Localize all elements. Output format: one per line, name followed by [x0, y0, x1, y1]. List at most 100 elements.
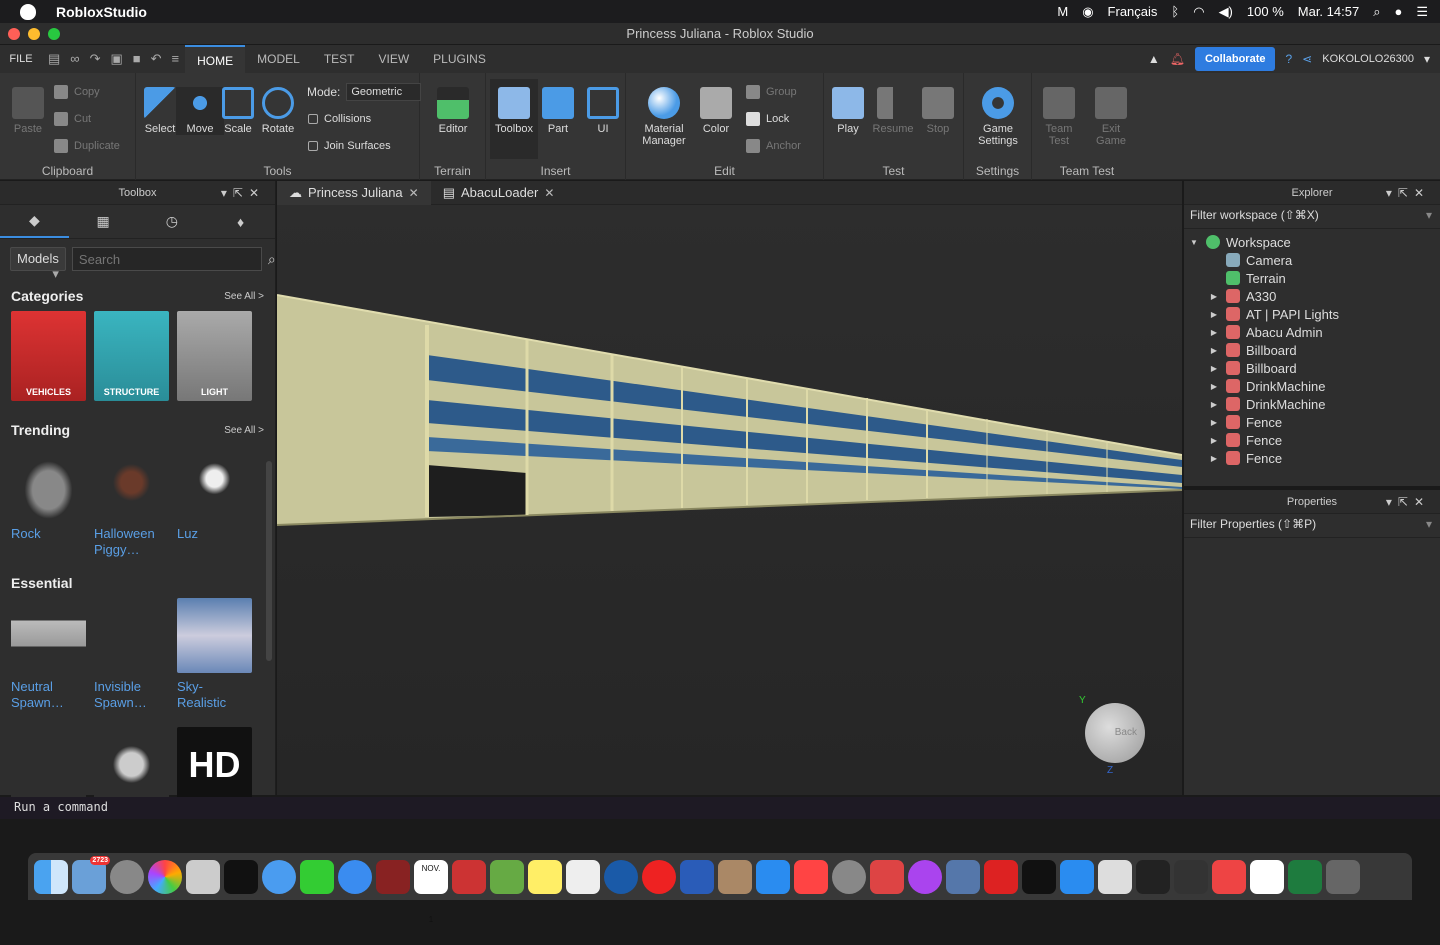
collapse-ribbon-icon[interactable]: ▲	[1148, 52, 1160, 66]
app-icon[interactable]	[452, 859, 486, 894]
tree-item-camera[interactable]: Camera	[1184, 251, 1440, 269]
expand-arrow-icon[interactable]: ▶	[1208, 400, 1220, 409]
tree-item-workspace[interactable]: ▼ Workspace	[1184, 233, 1440, 251]
malwarebytes-icon[interactable]: M	[1057, 4, 1068, 19]
resume-button[interactable]: Resume	[869, 87, 917, 135]
word-icon[interactable]	[680, 859, 714, 894]
group-button[interactable]: Group	[746, 85, 797, 99]
expand-arrow-icon[interactable]: ▼	[1188, 238, 1200, 247]
battery-indicator[interactable]: 100 %	[1247, 4, 1284, 19]
paste-button[interactable]: Paste	[4, 87, 52, 135]
properties-filter[interactable]: Filter Properties (⇧⌘P) ▾	[1184, 514, 1440, 538]
see-all-trending[interactable]: See All >	[224, 425, 264, 436]
wifi-icon[interactable]: ◠	[1193, 4, 1204, 20]
chevron-down-icon[interactable]: ▾	[1424, 52, 1430, 66]
username[interactable]: KOKOLOLO26300	[1322, 53, 1414, 65]
anchor-button[interactable]: Anchor	[746, 139, 801, 153]
mode-dropdown[interactable]: Geometric	[346, 83, 422, 101]
trending-item-halloween-piggy[interactable]: Halloween Piggy…	[94, 445, 169, 558]
model-item[interactable]	[94, 727, 169, 802]
doc-tab-princess-juliana[interactable]: ☁ Princess Juliana ✕	[277, 180, 431, 205]
trending-item-rock[interactable]: Rock	[11, 445, 86, 558]
trash-icon[interactable]	[1326, 859, 1360, 894]
tab-model[interactable]: MODEL	[245, 45, 312, 73]
essential-item-sky-realistic[interactable]: Sky-Realistic	[177, 598, 252, 711]
ui-button[interactable]: UI	[579, 87, 627, 135]
app-icon[interactable]	[1212, 859, 1246, 894]
collisions-checkbox[interactable]	[308, 114, 318, 124]
search-icon[interactable]: ⌕	[1373, 4, 1380, 20]
trending-item-luz[interactable]: Luz	[177, 445, 252, 558]
join-surfaces-checkbox[interactable]	[308, 141, 318, 151]
panel-controls[interactable]: ▾⇱✕	[1386, 490, 1430, 514]
close-icon[interactable]: ✕	[544, 186, 554, 200]
podcasts-icon[interactable]	[908, 859, 942, 894]
rotate-button[interactable]: Rotate	[254, 87, 302, 135]
game-settings-button[interactable]: Game Settings	[974, 87, 1022, 147]
app-icon[interactable]	[718, 859, 752, 894]
quick-menu-icon[interactable]: ≡	[172, 51, 180, 67]
creations-tab[interactable]: ♦	[206, 205, 275, 238]
language-menu[interactable]: Français	[1108, 4, 1158, 19]
category-dropdown[interactable]: Models ▾	[10, 247, 66, 281]
messages-icon[interactable]	[262, 859, 296, 894]
tab-home[interactable]: HOME	[185, 45, 246, 73]
close-icon[interactable]: ✕	[409, 186, 419, 200]
terrain-editor-button[interactable]: Editor	[429, 87, 477, 135]
collisions-toggle[interactable]: Collisions	[308, 113, 371, 125]
binoculars-icon[interactable]: ∞	[70, 51, 79, 67]
tab-view[interactable]: VIEW	[367, 45, 422, 73]
tree-item[interactable]: ▶ Billboard	[1184, 359, 1440, 377]
doc-tab-abaculoader[interactable]: ▤ AbacuLoader ✕	[431, 181, 567, 205]
category-light[interactable]: LIGHT	[177, 311, 252, 401]
expand-arrow-icon[interactable]: ▶	[1208, 436, 1220, 445]
tree-item[interactable]: ▶ Fence	[1184, 431, 1440, 449]
expand-arrow-icon[interactable]: ▶	[1208, 328, 1220, 337]
apple-icon[interactable]	[20, 3, 36, 20]
viewcube[interactable]: Back	[1085, 703, 1145, 763]
toolbox-search-input[interactable]	[71, 247, 262, 271]
undo-icon[interactable]: ↶	[151, 51, 162, 67]
volume-icon[interactable]: ◀)	[1219, 4, 1233, 20]
cut-button[interactable]: Cut	[54, 112, 91, 126]
app-icon[interactable]	[1174, 859, 1208, 894]
expand-arrow-icon[interactable]: ▶	[1208, 292, 1220, 301]
acrobat-icon[interactable]	[984, 859, 1018, 894]
tree-item[interactable]: ▶ A330	[1184, 287, 1440, 305]
category-vehicles[interactable]: VEHICLES	[11, 311, 86, 401]
finder-icon[interactable]	[34, 859, 68, 894]
file-menu[interactable]: FILE	[0, 53, 42, 65]
copy-button[interactable]: Copy	[54, 85, 100, 99]
siri-icon[interactable]: ●	[1394, 4, 1402, 19]
app-icon[interactable]	[1060, 859, 1094, 894]
category-structure[interactable]: STRUCTURE	[94, 311, 169, 401]
mail-icon[interactable]: 2723	[72, 855, 110, 894]
play-button[interactable]: Play	[824, 87, 872, 135]
notes-icon[interactable]	[528, 859, 562, 894]
close-window-button[interactable]	[8, 28, 20, 40]
notification-icon[interactable]: 🔔︎	[1170, 52, 1185, 66]
model-item-hd[interactable]: HD	[177, 727, 252, 802]
clock[interactable]: Mar. 14:57	[1298, 4, 1359, 19]
exit-game-button[interactable]: Exit Game	[1087, 87, 1135, 147]
expand-arrow-icon[interactable]: ▶	[1208, 418, 1220, 427]
tree-item[interactable]: ▶ Billboard	[1184, 341, 1440, 359]
app-store-icon[interactable]	[756, 859, 790, 894]
stop-icon[interactable]: ■	[133, 51, 141, 67]
color-button[interactable]: Color	[692, 87, 740, 135]
music-icon[interactable]	[794, 859, 828, 894]
terminal-icon[interactable]	[1022, 859, 1056, 894]
help-icon[interactable]: ?	[1285, 52, 1292, 66]
expand-arrow-icon[interactable]: ▶	[1208, 310, 1220, 319]
powerpoint-icon[interactable]	[870, 859, 904, 894]
tab-test[interactable]: TEST	[312, 45, 367, 73]
see-all-categories[interactable]: See All >	[224, 291, 264, 302]
bluetooth-icon[interactable]: ᛒ	[1171, 4, 1179, 19]
new-file-icon[interactable]: ▤	[48, 51, 60, 67]
tree-item[interactable]: ▶ Fence	[1184, 413, 1440, 431]
capcut-icon[interactable]	[1250, 859, 1284, 894]
tree-item-terrain[interactable]: Terrain	[1184, 269, 1440, 287]
redo-share-icon[interactable]: ↷	[90, 51, 101, 67]
3d-scene[interactable]: Back Y Z	[277, 205, 1182, 795]
expand-arrow-icon[interactable]: ▶	[1208, 364, 1220, 373]
